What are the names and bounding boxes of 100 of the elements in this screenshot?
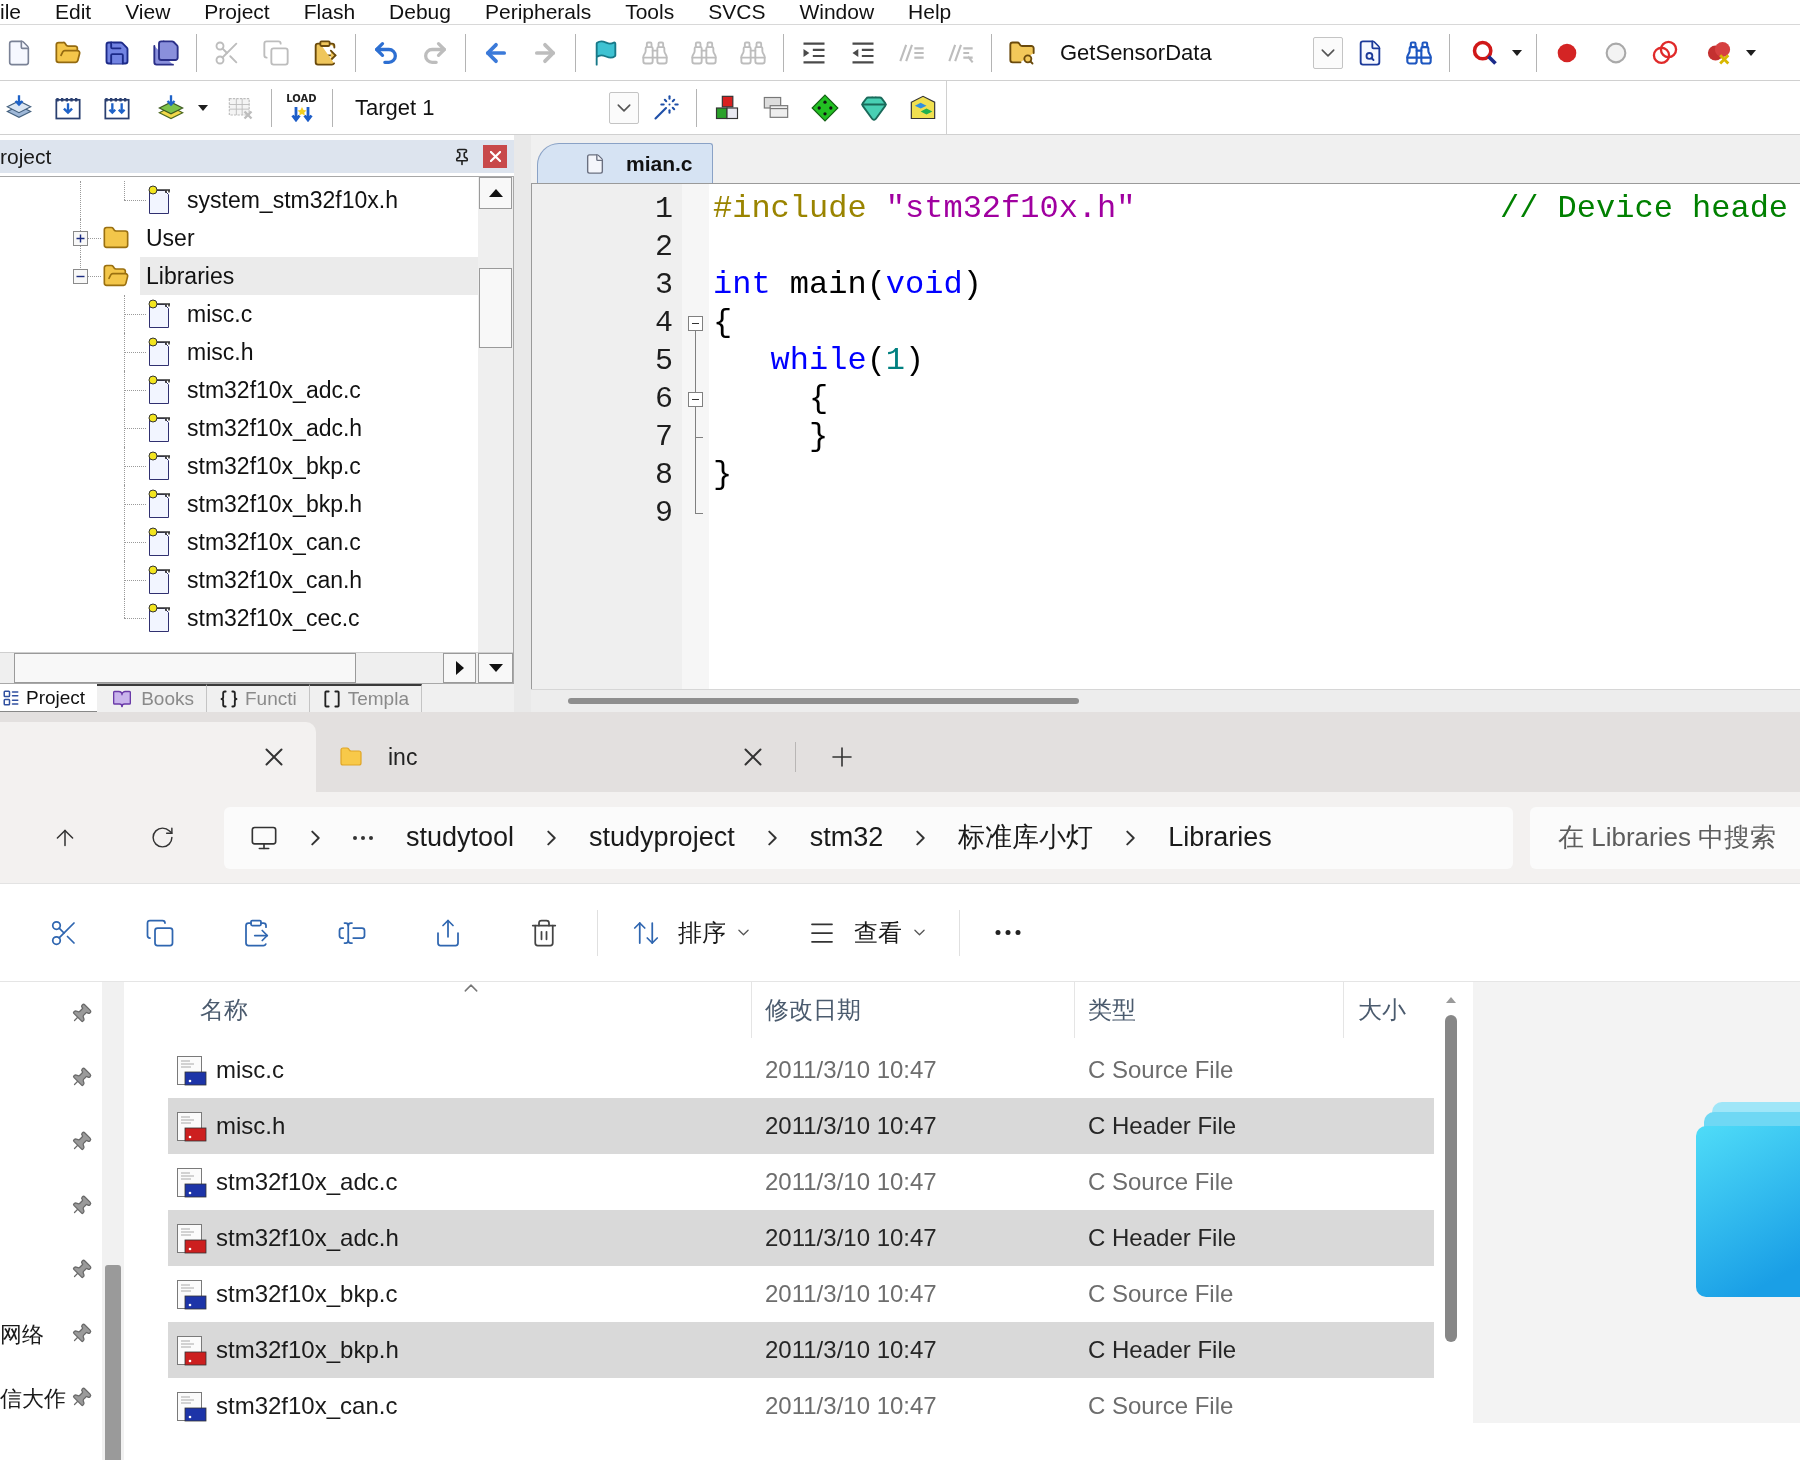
magnifier-icon <box>1471 38 1499 67</box>
page-key-icon <box>146 337 172 367</box>
breadcrumb-item[interactable]: studyproject <box>589 817 735 858</box>
file-row[interactable]: stm32f10x_bkp.h 2011/3/10 10:47 C Header File <box>168 1322 1434 1378</box>
column-header[interactable]: 修改日期 <box>752 982 1075 1038</box>
panel-tab[interactable]: Project <box>0 684 98 712</box>
menu-item[interactable]: SVCS <box>708 0 766 24</box>
tree-item[interactable]: stm32f10x_bkp.c <box>181 447 367 485</box>
scrollbar-thumb[interactable] <box>14 653 356 683</box>
nav-item[interactable]: 信大作 <box>0 1381 66 1415</box>
menu-item[interactable]: Edit <box>55 0 92 24</box>
chevron-right-icon[interactable] <box>311 829 320 846</box>
close-button[interactable] <box>744 748 762 766</box>
tab[interactable]: inc <box>318 722 795 792</box>
refresh-icon <box>149 825 175 850</box>
editor-tab[interactable]: mian.c <box>537 143 713 183</box>
pin-icon[interactable] <box>453 147 471 166</box>
tree-item[interactable]: stm32f10x_bkp.h <box>181 485 369 523</box>
collapse-icon[interactable] <box>688 316 703 331</box>
dropdown-arrow-button[interactable] <box>1313 36 1343 69</box>
nav-item[interactable]: 网络 <box>0 1317 44 1351</box>
type-cell: C Source File <box>1088 1056 1234 1083</box>
copy-icon <box>145 917 175 948</box>
tree-item[interactable]: misc.c <box>181 295 259 333</box>
breadcrumb-item[interactable]: Libraries <box>1168 817 1272 858</box>
column-header[interactable]: 名称 <box>135 982 752 1038</box>
scroll-down-button[interactable] <box>478 653 513 683</box>
wand-icon <box>651 93 680 122</box>
date-cell: 2011/3/10 10:47 <box>765 1392 937 1419</box>
caret-icon <box>1746 49 1756 56</box>
code-line: #include "stm32f10x.h" // Device heade <box>713 190 1789 228</box>
tree-item[interactable]: stm32f10x_cec.c <box>181 599 366 637</box>
minus-box-icon[interactable] <box>73 269 88 284</box>
file-row[interactable]: stm32f10x_bkp.c 2011/3/10 10:47 C Source File <box>168 1266 1434 1322</box>
menu-item[interactable]: Help <box>908 0 952 24</box>
tree-item[interactable]: stm32f10x_adc.h <box>181 409 369 447</box>
column-header[interactable]: 类型 <box>1075 982 1344 1038</box>
file-row[interactable]: misc.c 2011/3/10 10:47 C Source File <box>168 1042 1434 1098</box>
double-ring-icon <box>1650 38 1679 67</box>
new-tab-button[interactable] <box>832 747 852 767</box>
file-name: misc.c <box>216 1055 284 1085</box>
chevron-up-icon[interactable] <box>464 984 478 992</box>
scrollbar-thumb[interactable] <box>105 1265 121 1460</box>
file-row[interactable]: stm32f10x_adc.h 2011/3/10 10:47 C Header File <box>168 1210 1434 1266</box>
toolbar-button[interactable]: LOAD <box>277 84 326 131</box>
column-header[interactable]: 大小 <box>1344 982 1441 1038</box>
chevron-right-icon[interactable] <box>767 829 777 846</box>
menu-item[interactable]: View <box>125 0 171 24</box>
dropdown-field[interactable]: GetSensorData <box>1046 32 1345 73</box>
tree-item[interactable]: stm32f10x_can.h <box>181 561 369 599</box>
copy-icon <box>261 38 290 67</box>
search-field[interactable]: 在 Libraries 中搜索 <box>1530 806 1800 869</box>
tree-item[interactable]: stm32f10x_can.c <box>181 523 367 561</box>
breadcrumb-item[interactable]: studytool <box>406 817 515 858</box>
tree-item[interactable]: misc.h <box>181 333 260 371</box>
menu-item[interactable]: Debug <box>389 0 451 24</box>
file-icon <box>176 1166 207 1198</box>
close-button[interactable] <box>265 748 283 766</box>
tree-item[interactable]: Libraries <box>140 257 478 295</box>
menu-item[interactable]: Peripherals <box>484 0 592 24</box>
tree-item[interactable]: stm32f10x_adc.c <box>181 371 367 409</box>
page-key-icon <box>146 565 172 595</box>
dropdown-field[interactable]: Target 1 <box>338 87 641 128</box>
scrollbar-thumb[interactable] <box>568 698 1079 704</box>
chevron-right-icon[interactable] <box>547 829 557 846</box>
file-name: misc.h <box>216 1111 286 1141</box>
file-row[interactable]: misc.h 2011/3/10 10:47 C Header File <box>168 1098 1434 1154</box>
ellipsis-icon[interactable] <box>353 835 373 840</box>
menu-item[interactable]: Project <box>204 0 270 24</box>
chevron-right-icon[interactable] <box>916 829 926 846</box>
scrollbar-thumb[interactable] <box>479 268 512 348</box>
sort-button[interactable]: 排序 <box>621 902 759 963</box>
page-key-icon <box>146 603 172 633</box>
file-row[interactable]: stm32f10x_can.c 2011/3/10 10:47 C Source File <box>168 1378 1434 1434</box>
type-cell: C Header File <box>1088 1112 1237 1139</box>
scroll-right-button[interactable] <box>443 653 476 683</box>
file-row[interactable]: stm32f10x_adc.c 2011/3/10 10:47 C Source File <box>168 1154 1434 1210</box>
dropdown-arrow-button[interactable] <box>609 91 639 124</box>
breadcrumb-item[interactable]: 标准库小灯 <box>958 817 1094 858</box>
menu-item[interactable]: Window <box>799 0 875 24</box>
chevron-down-icon <box>1321 48 1335 57</box>
page-key-icon <box>146 375 172 405</box>
breadcrumb-item[interactable]: stm32 <box>809 817 884 858</box>
chevron-right-icon[interactable] <box>1126 829 1136 846</box>
code-line: } <box>713 456 733 494</box>
menu-item[interactable]: ile <box>0 0 21 24</box>
tree-item[interactable]: User <box>140 219 201 257</box>
type-cell: C Header File <box>1088 1336 1237 1363</box>
layers-icon <box>157 93 185 122</box>
menu-item[interactable]: Flash <box>303 0 356 24</box>
line-number: 1 <box>655 191 673 228</box>
address-field[interactable]: studytool studyproject stm32 标准库小灯 Libraries <box>224 806 1513 869</box>
scrollbar-thumb[interactable] <box>1445 1015 1457 1342</box>
scroll-up-button[interactable] <box>479 177 512 209</box>
tree-item[interactable]: system_stm32f10x.h <box>181 181 404 219</box>
collapse-icon[interactable] <box>688 392 703 407</box>
house-icon <box>908 93 937 122</box>
menu-item[interactable]: Tools <box>625 0 675 24</box>
plus-box-icon[interactable] <box>73 231 88 246</box>
view-button[interactable]: 查看 <box>802 902 935 963</box>
